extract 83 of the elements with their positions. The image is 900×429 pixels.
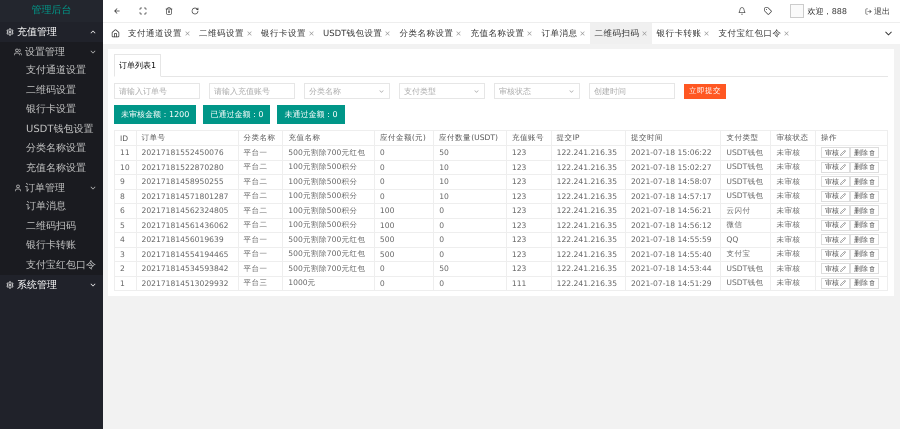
submenu-group[interactable]: 设置管理 — [0, 42, 103, 61]
trash-icon — [869, 251, 876, 258]
bell-icon[interactable] — [738, 7, 746, 15]
trash-icon — [869, 150, 876, 156]
trash-icon — [869, 280, 876, 286]
tag-icon[interactable] — [764, 7, 772, 15]
menu-item[interactable]: 支付通道设置 — [0, 61, 103, 80]
menu-item[interactable]: 支付宝红包口令 — [0, 256, 103, 275]
stat-badge: 未审核金额：1200 — [114, 105, 196, 124]
close-icon[interactable] — [703, 30, 710, 37]
menu-label: 充值管理 — [17, 26, 58, 39]
close-icon[interactable] — [184, 30, 191, 37]
pencil-icon — [840, 164, 846, 170]
stat-badge: 未通过金额：0 — [277, 105, 345, 124]
panel-tab[interactable]: 订单列表1 — [114, 54, 162, 77]
page-tab[interactable]: 银行卡设置 — [257, 23, 319, 44]
gear-icon — [6, 28, 14, 36]
caret-icon — [89, 28, 97, 36]
close-icon[interactable] — [246, 30, 253, 37]
pencil-icon — [840, 178, 846, 185]
page-tab[interactable]: 二维码扫码 — [590, 23, 652, 44]
pencil-icon — [840, 266, 846, 272]
menu-label: 设置管理 — [25, 46, 66, 58]
close-icon[interactable] — [384, 30, 392, 37]
menu-group[interactable]: 充值管理 — [0, 22, 103, 42]
trash-icon — [869, 178, 876, 185]
welcome-text: 欢迎，888 — [808, 6, 847, 16]
gear-icon — [6, 281, 14, 289]
logout-icon — [865, 8, 872, 14]
menu-item[interactable]: 订单消息 — [0, 197, 103, 216]
menu-item[interactable]: 银行卡设置 — [0, 100, 103, 120]
users-icon — [14, 48, 22, 56]
close-icon[interactable] — [526, 30, 534, 37]
trash-icon — [869, 208, 876, 214]
trash-icon — [869, 222, 876, 228]
pencil-icon — [840, 150, 846, 156]
page-tab[interactable]: 二维码设置 — [195, 23, 257, 44]
back-icon[interactable] — [113, 7, 121, 15]
page-tab[interactable]: 银行卡转账 — [652, 23, 714, 44]
pencil-icon — [840, 251, 846, 258]
caret-icon — [378, 88, 385, 94]
sidebar-title: 管理后台 — [0, 0, 103, 22]
page-tab[interactable]: 支付宝红包口令 — [714, 23, 794, 44]
trash-icon[interactable] — [165, 7, 173, 15]
refresh-icon[interactable] — [191, 7, 199, 15]
menu-item[interactable]: 银行卡转账 — [0, 236, 103, 256]
pencil-icon — [840, 208, 846, 214]
menu-item[interactable]: 二维码设置 — [0, 80, 103, 100]
close-icon[interactable] — [783, 30, 790, 37]
avatar-placeholder — [790, 4, 804, 18]
stat-badge: 已通过金额：0 — [203, 105, 270, 124]
menu-item[interactable]: 分类名称设置 — [0, 139, 103, 158]
menu-item[interactable]: 充值名称设置 — [0, 158, 103, 178]
pencil-icon — [840, 193, 846, 200]
pencil-icon — [840, 222, 846, 228]
user-icon — [14, 184, 22, 192]
page-tab[interactable]: USDT钱包设置 — [319, 23, 396, 44]
trash-icon — [869, 236, 876, 243]
page-tab[interactable]: 订单消息 — [537, 23, 590, 44]
home-icon[interactable] — [111, 29, 120, 38]
page-tab[interactable]: 分类名称设置 — [395, 23, 466, 44]
caret-icon — [89, 281, 97, 289]
menu-label: 系统管理 — [17, 278, 58, 292]
close-icon[interactable] — [579, 30, 586, 37]
trash-icon — [869, 164, 876, 170]
menu-item[interactable]: 二维码扫码 — [0, 216, 103, 236]
logout-link[interactable]: 退出 — [865, 6, 890, 16]
trash-icon — [869, 193, 876, 200]
pencil-icon — [840, 236, 846, 243]
caret-icon — [568, 88, 575, 94]
close-icon[interactable] — [455, 30, 462, 37]
page-tab[interactable]: 充值名称设置 — [466, 23, 538, 44]
caret-icon — [473, 88, 480, 94]
menu-label: 订单管理 — [25, 182, 66, 194]
menu-group[interactable]: 系统管理 — [0, 275, 103, 295]
submenu-group[interactable]: 订单管理 — [0, 178, 103, 197]
pencil-icon — [840, 280, 846, 286]
fullscreen-icon[interactable] — [139, 7, 147, 15]
trash-icon — [869, 266, 876, 272]
close-icon[interactable] — [641, 30, 648, 37]
page-tab[interactable]: 支付通道设置 — [124, 23, 195, 44]
menu-item[interactable]: USDT钱包设置 — [0, 120, 103, 139]
close-icon[interactable] — [308, 30, 315, 37]
